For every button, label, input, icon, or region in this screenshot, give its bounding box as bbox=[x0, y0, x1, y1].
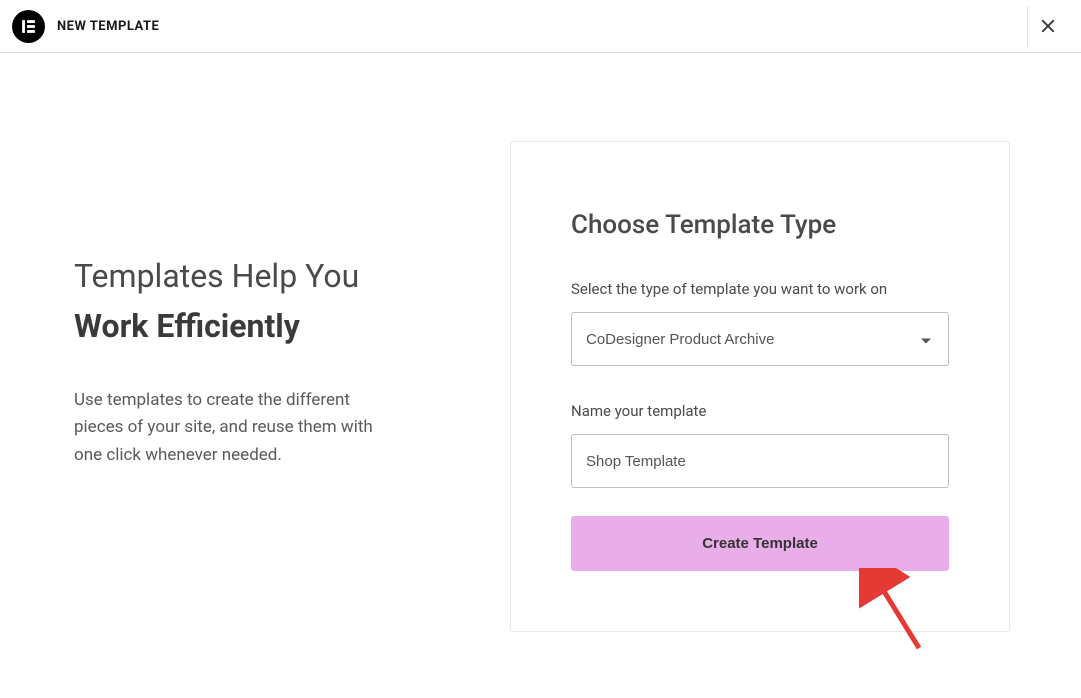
intro-heading-line2: Work Efficiently bbox=[74, 306, 510, 348]
form-title: Choose Template Type bbox=[571, 210, 949, 240]
create-template-button[interactable]: Create Template bbox=[571, 516, 949, 571]
template-type-label: Select the type of template you want to … bbox=[571, 280, 949, 298]
form-section: Choose Template Type Select the type of … bbox=[510, 141, 1010, 632]
modal-header: NEW TEMPLATE bbox=[0, 0, 1081, 53]
annotation-arrow-icon bbox=[859, 568, 929, 653]
intro-description: Use templates to create the different pi… bbox=[74, 387, 394, 469]
close-icon bbox=[1039, 17, 1057, 35]
template-type-select-wrapper: CoDesigner Product Archive bbox=[571, 312, 949, 366]
template-type-select[interactable]: CoDesigner Product Archive bbox=[571, 312, 949, 366]
elementor-logo bbox=[12, 10, 45, 43]
template-name-label: Name your template bbox=[571, 402, 949, 420]
template-name-input[interactable] bbox=[571, 434, 949, 488]
close-button[interactable] bbox=[1027, 6, 1067, 46]
header-left: NEW TEMPLATE bbox=[12, 10, 159, 43]
modal-title: NEW TEMPLATE bbox=[57, 19, 159, 34]
modal-content: Templates Help You Work Efficiently Use … bbox=[0, 53, 1081, 632]
intro-heading-line1: Templates Help You bbox=[74, 256, 510, 298]
intro-section: Templates Help You Work Efficiently Use … bbox=[0, 141, 510, 632]
